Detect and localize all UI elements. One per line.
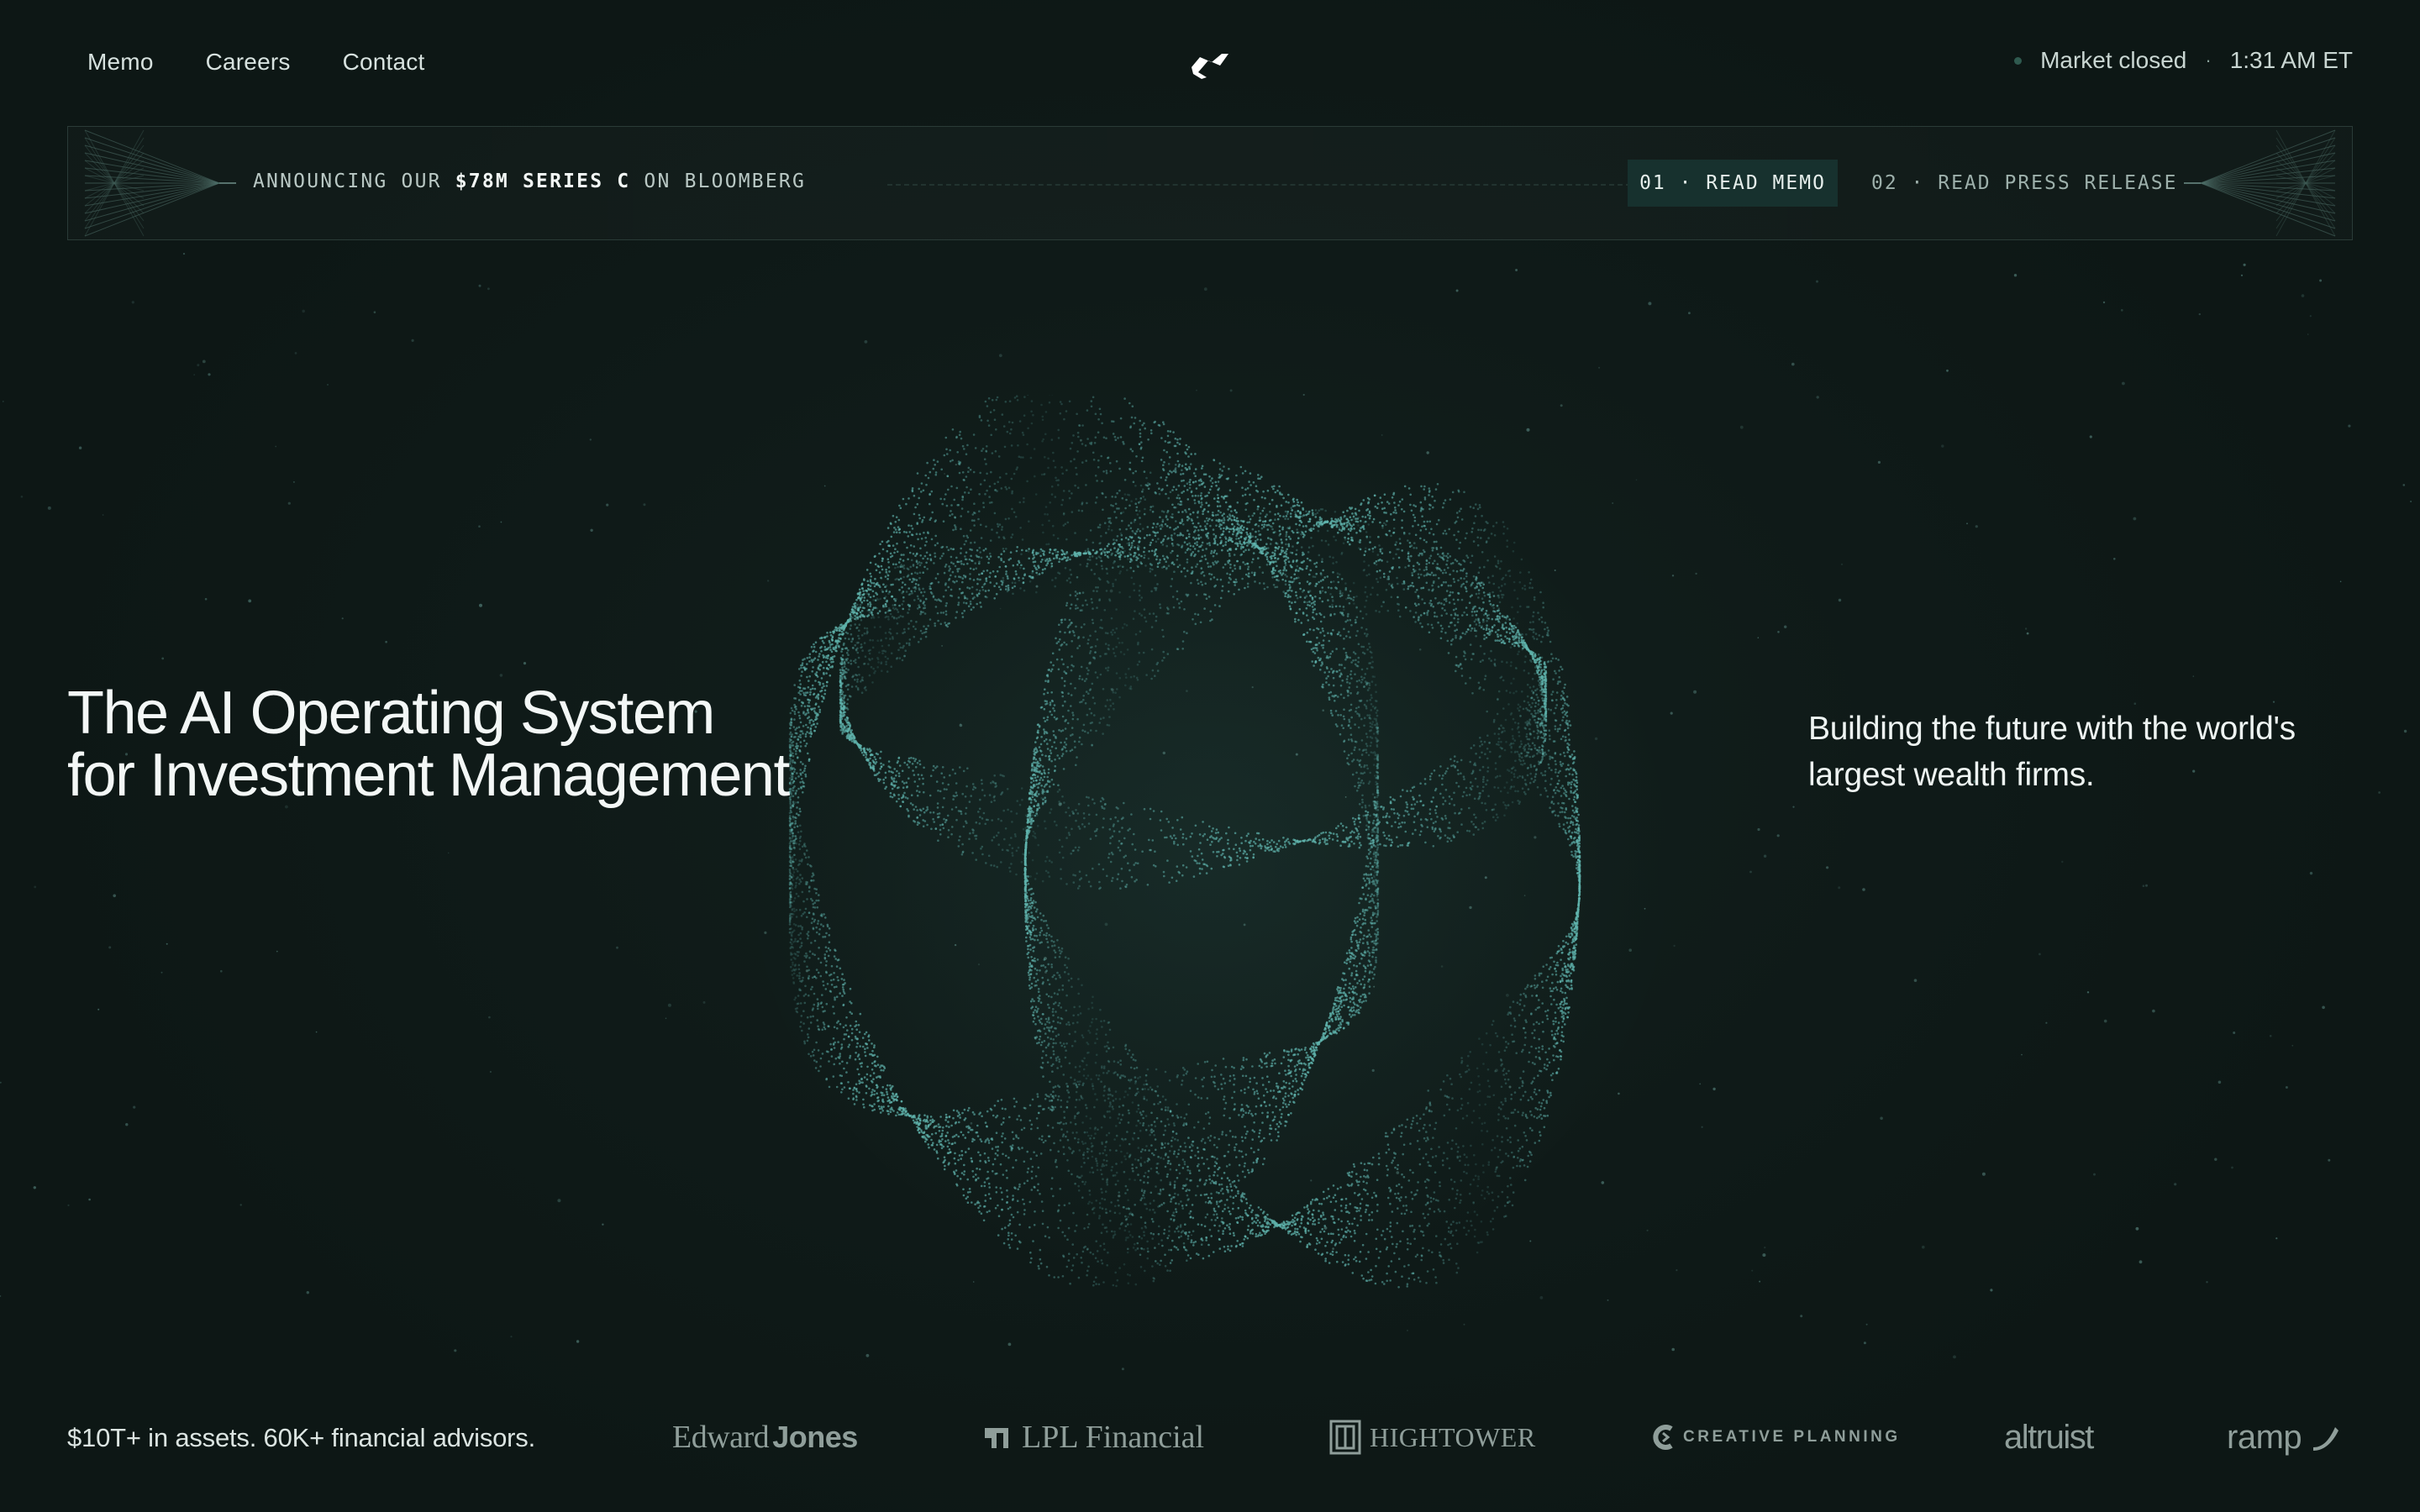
line-fan-left-icon [84, 129, 236, 237]
hightower-mark-icon [1329, 1420, 1361, 1455]
nav-links: Memo Careers Contact [87, 49, 425, 76]
announcement-suffix: ON BLOOMBERG [644, 171, 806, 192]
top-navigation: Memo Careers Contact Market closed · 1:3… [0, 0, 2420, 126]
logo-altruist: altruist [2004, 1408, 2094, 1467]
logo-lpl-financial: LPL Financial [983, 1408, 1204, 1467]
logo-creative-label: CREATIVE PLANNING [1683, 1428, 1901, 1446]
announcement-prefix: ANNOUNCING OUR [253, 171, 442, 192]
market-status-label: Market closed [2040, 47, 2187, 73]
hero-title-line2: for Investment Management [67, 742, 790, 809]
lpl-mark-icon [985, 1428, 1008, 1448]
divider [887, 184, 1639, 186]
logo-edward-jones: Edward Jones [672, 1408, 858, 1467]
partner-logos: Edward Jones LPL Financial HIGHTOWER CREA… [672, 1408, 2353, 1467]
nav-link-careers[interactable]: Careers [206, 49, 291, 76]
line-fan-right-icon [2184, 129, 2336, 237]
read-memo-button[interactable]: 01 · READ MEMO [1628, 160, 1838, 207]
logo-edward-jones-part2: Jones [772, 1420, 858, 1454]
stats-text: $10T+ in assets. 60K+ financial advisors… [67, 1423, 536, 1452]
bolt-flag-icon[interactable] [1188, 50, 1232, 82]
status-dot-icon [2014, 56, 2023, 65]
announcement-banner[interactable]: ANNOUNCING OUR $78M SERIES C ON BLOOMBER… [67, 126, 2353, 240]
logo-hightower-label: HIGHTOWER [1370, 1421, 1536, 1452]
logo-altruist-label: altruist [2004, 1418, 2094, 1456]
hero-subtitle: Building the future with the world's lar… [1808, 711, 2296, 793]
separator: · [2205, 50, 2212, 71]
logo-lpl-label: LPL Financial [1022, 1420, 1205, 1455]
market-time: 1:31 AM ET [2229, 47, 2353, 73]
logo-ramp-label: ramp [2227, 1418, 2302, 1456]
nav-link-memo[interactable]: Memo [87, 49, 154, 76]
logo-creative-planning: CREATIVE PLANNING [1651, 1408, 1901, 1467]
announcement-highlight: $78M SERIES C [455, 171, 631, 192]
logo-hightower: HIGHTOWER [1329, 1408, 1536, 1467]
logo-edward-jones-part1: Edward [672, 1420, 770, 1455]
hero-title: The AI Operating System for Investment M… [67, 680, 790, 809]
ramp-mark-icon [2313, 1427, 2339, 1451]
logo-ramp: ramp [2227, 1408, 2340, 1467]
creative-planning-mark-icon [1653, 1425, 1673, 1450]
read-press-release-link[interactable]: 02 · READ PRESS RELEASE [1871, 160, 2178, 207]
market-status: Market closed · 1:31 AM ET [2014, 47, 2353, 74]
nav-link-contact[interactable]: Contact [343, 49, 425, 76]
hero-title-line1: The AI Operating System [67, 680, 715, 747]
announcement-text: ANNOUNCING OUR $78M SERIES C ON BLOOMBER… [253, 171, 806, 192]
particle-ribbon-visual [739, 395, 1681, 1302]
